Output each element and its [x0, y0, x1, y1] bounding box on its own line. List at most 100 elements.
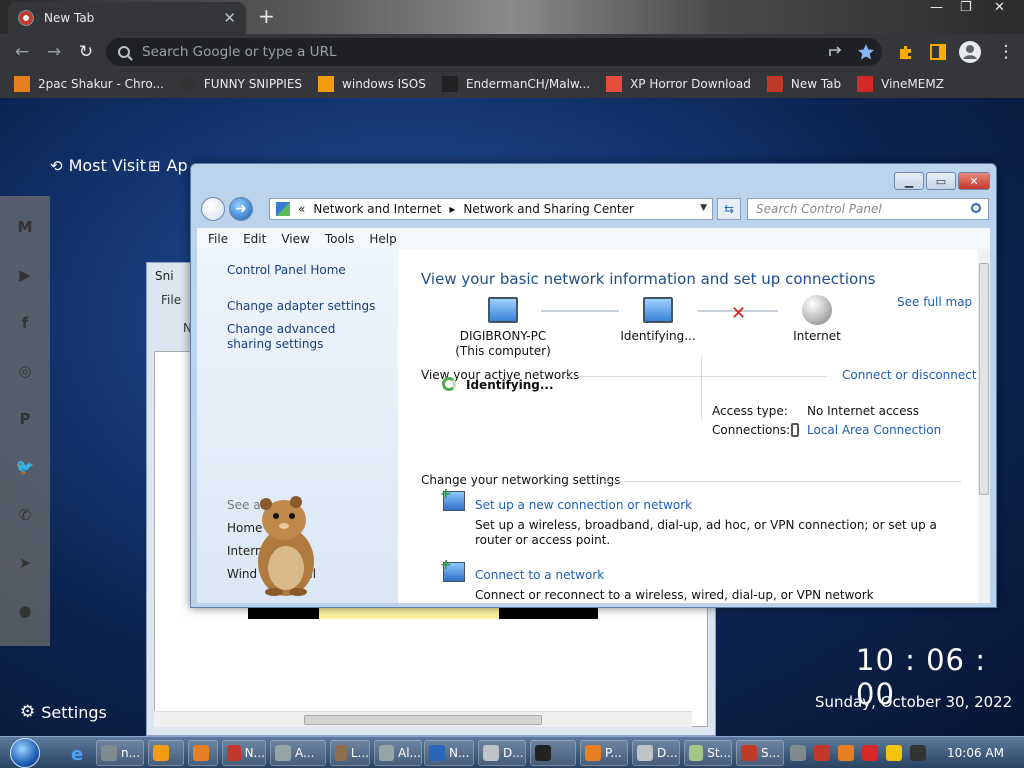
scrollbar-thumb[interactable] [304, 715, 542, 725]
address-dropdown-icon[interactable]: ▼ [700, 203, 707, 213]
taskbar-button[interactable]: n... [96, 740, 144, 766]
side-panel-icon[interactable] [928, 42, 948, 62]
tray-icon[interactable] [790, 745, 806, 761]
bookmark-item[interactable]: 2pac Shakur - Chro... [14, 76, 164, 92]
node-internet[interactable]: Internet [787, 295, 847, 344]
youtube-icon[interactable]: ▶ [8, 258, 42, 292]
reddit-icon[interactable]: ● [8, 594, 42, 628]
tab-close-icon[interactable]: ✕ [223, 9, 236, 27]
settings-button[interactable]: ⚙ Settings [20, 702, 107, 722]
taskbar-button[interactable] [530, 740, 576, 766]
minimize-icon[interactable]: — [930, 0, 943, 15]
breadcrumb-network-internet[interactable]: Network and Internet [313, 202, 441, 216]
bookmark-item[interactable]: FUNNY SNIPPIES [179, 76, 302, 92]
horizontal-scrollbar[interactable] [154, 711, 692, 727]
link-change-advanced-sharing[interactable]: Change advanced sharing settings [227, 322, 377, 352]
most-visited-shortcut[interactable]: ⟲ Most Visit ⊞ Ap [50, 156, 188, 175]
vertical-scrollbar[interactable] [978, 249, 990, 603]
link-control-panel-home[interactable]: Control Panel Home [227, 263, 346, 278]
bookmark-item[interactable]: New Tab [766, 76, 841, 92]
internet-explorer-icon[interactable]: e [68, 742, 90, 764]
whatsapp-icon[interactable]: ✆ [8, 498, 42, 532]
taskbar-button[interactable]: N... [424, 740, 474, 766]
taskbar-button[interactable]: N... [222, 740, 266, 766]
search-input[interactable]: Search Control Panel [747, 198, 989, 220]
taskbar-clock[interactable]: 10:06 AM [947, 746, 1004, 760]
social-sidebar: M ▶ f ◎ P 🐦 ✆ ➤ ● [0, 196, 50, 646]
bookmark-item[interactable]: windows ISOS [318, 76, 426, 92]
tray-icon[interactable] [838, 745, 854, 761]
menu-tools[interactable]: Tools [325, 232, 355, 246]
menu-help[interactable]: Help [369, 232, 396, 246]
no-connection-x-icon[interactable]: ✕ [731, 303, 746, 324]
taskbar-button[interactable]: D... [478, 740, 526, 766]
extensions-icon[interactable] [896, 42, 916, 62]
breadcrumb-arrow-icon[interactable]: ▸ [449, 202, 455, 216]
new-tab-button[interactable]: + [258, 4, 275, 28]
omnibox-placeholder: Search Google or type a URL [142, 44, 337, 60]
refresh-icon[interactable]: ⇆ [717, 198, 741, 220]
close-icon[interactable]: ✕ [958, 172, 990, 190]
tray-icon[interactable] [886, 745, 902, 761]
menu-view[interactable]: View [281, 232, 309, 246]
close-window-icon[interactable]: ✕ [994, 0, 1005, 15]
bookmark-item[interactable]: VineMEMZ [857, 76, 944, 92]
taskbar-label: n... [121, 746, 141, 760]
bookmark-item[interactable]: XP Horror Download [606, 76, 751, 92]
share-icon[interactable] [826, 42, 846, 62]
pinterest-icon[interactable]: P [8, 402, 42, 436]
instagram-icon[interactable]: ◎ [8, 354, 42, 388]
start-button[interactable] [10, 738, 40, 768]
maximize-icon[interactable]: ▭ [926, 172, 956, 190]
omnibox-input[interactable]: Search Google or type a URL [106, 38, 882, 66]
node-identifying[interactable]: Identifying... [611, 297, 705, 344]
back-icon[interactable]: ← [10, 40, 34, 64]
reload-icon[interactable]: ↻ [74, 40, 98, 64]
minimize-icon[interactable]: ▁ [894, 172, 924, 190]
menu-edit[interactable]: Edit [243, 232, 266, 246]
breadcrumb-sep: « [298, 202, 306, 216]
address-bar[interactable]: « Network and Internet ▸ Network and Sha… [269, 198, 713, 220]
menu-kebab-icon[interactable]: ⋮ [994, 40, 1018, 64]
breadcrumb-sharing-center[interactable]: Network and Sharing Center [463, 202, 634, 216]
local-area-connection-link[interactable]: Local Area Connection [807, 423, 941, 437]
task-setup-connection[interactable]: Set up a new connection or network [475, 498, 692, 512]
bookmark-star-icon[interactable] [856, 42, 876, 62]
date-display: Sunday, October 30, 2022 [815, 693, 1013, 711]
tray-icon[interactable] [862, 745, 878, 761]
twitter-icon[interactable]: 🐦 [8, 450, 42, 484]
facebook-icon[interactable]: f [8, 306, 42, 340]
snipping-menu-file[interactable]: File [161, 293, 181, 307]
tab-new-tab[interactable]: New Tab ✕ [8, 2, 246, 34]
app-icon [153, 745, 169, 761]
taskbar-button[interactable] [148, 740, 184, 766]
taskbar-button[interactable]: P... [580, 740, 628, 766]
link-change-adapter-settings[interactable]: Change adapter settings [227, 299, 375, 314]
profile-avatar-icon[interactable] [958, 40, 982, 64]
bookmark-item[interactable]: EndermanCH/Malw... [441, 76, 590, 92]
tray-icon[interactable] [814, 745, 830, 761]
taskbar-button[interactable]: St... [684, 740, 732, 766]
tray-icon[interactable] [910, 745, 926, 761]
forward-button[interactable]: ➜ [229, 197, 253, 221]
see-full-map-link[interactable]: See full map [897, 295, 972, 309]
restore-icon[interactable]: ❐ [960, 0, 972, 15]
taskbar-button[interactable]: D... [632, 740, 680, 766]
back-button[interactable] [201, 197, 225, 221]
app-icon [227, 745, 241, 761]
taskbar-button[interactable] [188, 740, 218, 766]
control-panel-icon [276, 202, 290, 216]
node-this-computer[interactable]: DIGIBRONY-PC (This computer) [453, 297, 553, 359]
taskbar-button[interactable]: L... [330, 740, 370, 766]
link-windows-firewall[interactable]: Wind [227, 567, 257, 582]
telegram-icon[interactable]: ➤ [8, 546, 42, 580]
taskbar-button[interactable]: S... [736, 740, 784, 766]
gmail-icon[interactable]: M [8, 210, 42, 244]
menu-file[interactable]: File [208, 232, 228, 246]
taskbar-button[interactable]: A... [270, 740, 326, 766]
scrollbar-thumb[interactable] [979, 263, 989, 495]
taskbar-button[interactable]: Al... [374, 740, 422, 766]
connect-or-disconnect-link[interactable]: Connect or disconnect [842, 368, 977, 382]
task-connect-network[interactable]: Connect to a network [475, 568, 604, 582]
forward-icon[interactable]: → [42, 40, 66, 64]
